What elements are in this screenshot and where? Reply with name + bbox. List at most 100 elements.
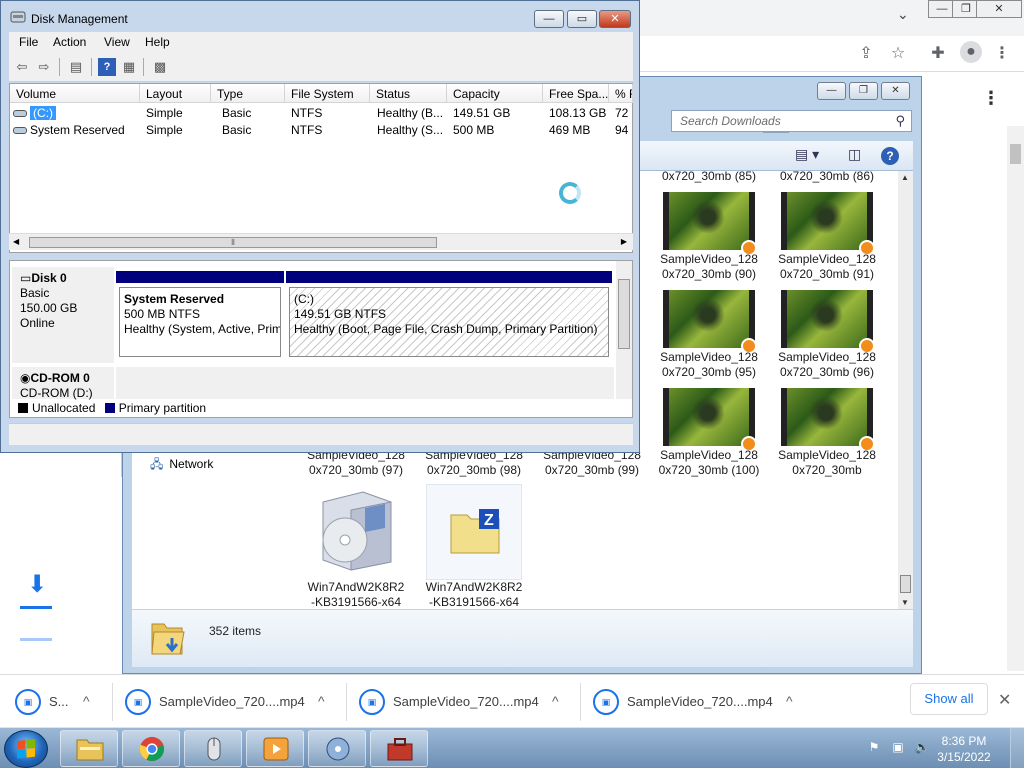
close-icon[interactable]: ✕ — [998, 690, 1011, 710]
views-icon[interactable]: ▤ ▾ — [795, 146, 819, 163]
file-item-label[interactable]: SampleVideo_128 0x720_30mb (91) — [768, 252, 886, 282]
column-type[interactable]: Type — [211, 84, 285, 103]
close-button[interactable]: ✕ — [599, 10, 631, 28]
scroll-right-icon[interactable]: ▶ — [621, 237, 627, 246]
search-icon[interactable]: ⚲ — [895, 113, 905, 129]
file-item-label[interactable]: 0x720_30mb (85) — [650, 169, 768, 184]
chrome-close-button[interactable]: ✕ — [976, 0, 1022, 18]
file-item-label[interactable]: SampleVideo_128 0x720_30mb (90) — [650, 252, 768, 282]
partition-system-reserved[interactable]: System Reserved 500 MB NTFS Healthy (Sys… — [119, 287, 281, 357]
column-layout[interactable]: Layout — [140, 84, 211, 103]
scroll-down-icon[interactable]: ▼ — [901, 598, 909, 607]
explorer-close-button[interactable]: ✕ — [881, 82, 910, 100]
graphical-view-scrollbar[interactable] — [616, 261, 632, 399]
chevron-up-icon[interactable]: ^ — [318, 693, 325, 709]
taskbar-mouse-app[interactable] — [184, 730, 242, 767]
installer-package-icon[interactable] — [313, 488, 399, 572]
column-file-system[interactable]: File System — [285, 84, 370, 103]
help-icon[interactable]: ? — [881, 147, 899, 165]
help-icon[interactable]: ? — [98, 58, 116, 76]
chevron-up-icon[interactable]: ^ — [83, 693, 90, 709]
file-list-scrollbar[interactable]: ▲ ▼ — [898, 171, 913, 609]
kebab-menu-icon[interactable]: ⋮ — [992, 43, 1012, 63]
scroll-left-icon[interactable]: ◀ — [13, 237, 19, 246]
network-tray-icon[interactable]: ▣ — [890, 740, 906, 754]
disk-settings-icon[interactable]: ▩ — [151, 58, 169, 76]
properties-icon[interactable]: ▦ — [120, 58, 138, 76]
explorer-minimize-button[interactable]: — — [817, 82, 846, 100]
menu-help[interactable]: Help — [145, 35, 170, 49]
profile-icon[interactable]: ● — [960, 41, 982, 63]
cell-capacity: 500 MB — [453, 123, 495, 137]
download-item[interactable]: ▣ S... ^ — [15, 687, 105, 717]
download-item[interactable]: ▣ SampleVideo_720....mp4 ^ — [593, 687, 803, 717]
video-thumbnail[interactable] — [781, 192, 875, 256]
taskbar-chrome[interactable] — [122, 730, 180, 767]
chevron-up-icon[interactable]: ^ — [786, 693, 793, 709]
chevron-up-icon[interactable]: ^ — [552, 693, 559, 709]
download-item[interactable]: ▣ SampleVideo_720....mp4 ^ — [359, 687, 569, 717]
volume-list-hscrollbar[interactable]: ◀ ⦀ ▶ — [9, 233, 633, 250]
file-item-label[interactable]: SampleVideo_128 0x720_30mb — [768, 448, 886, 478]
search-input[interactable]: Search Downloads ⚲ — [671, 110, 912, 132]
column-volume[interactable]: Volume — [10, 84, 140, 103]
download-item[interactable]: ▣ SampleVideo_720....mp4 ^ — [125, 687, 335, 717]
star-icon[interactable]: ☆ — [888, 43, 908, 63]
video-thumbnail[interactable] — [663, 192, 757, 256]
file-item-label[interactable]: SampleVideo_128 0x720_30mb (95) — [650, 350, 768, 380]
start-button[interactable] — [4, 730, 48, 768]
hscroll-thumb[interactable]: ⦀ — [29, 237, 437, 248]
maximize-button[interactable]: ▭ — [567, 10, 597, 28]
file-item-label[interactable]: Win7AndW2K8R2 -KB3191566-x64 — [415, 580, 533, 610]
search-placeholder: Search Downloads — [680, 114, 781, 128]
tab-search-chevron-icon[interactable]: ⌄ — [897, 6, 909, 23]
preview-pane-icon[interactable]: ◫ — [848, 146, 861, 163]
taskbar-disk-management[interactable] — [308, 730, 366, 767]
page-menu-icon[interactable]: ⋮ — [982, 88, 1000, 109]
partition-header-c — [286, 271, 612, 283]
file-item-label[interactable]: SampleVideo_128 0x720_30mb (100) — [650, 448, 768, 478]
show-all-button[interactable]: Show all — [910, 683, 988, 715]
volume-row-system-reserved[interactable]: System Reserved — [13, 123, 125, 137]
file-item-label[interactable]: SampleVideo_128 0x720_30mb (96) — [768, 350, 886, 380]
volume-row-c[interactable]: (C:) — [13, 106, 56, 120]
console-tree-icon[interactable]: ▤ — [67, 58, 85, 76]
file-item-label[interactable]: Win7AndW2K8R2 -KB3191566-x64 — [297, 580, 415, 610]
cdrom0-label[interactable]: ◉CD-ROM 0 CD-ROM (D:) — [12, 367, 114, 400]
nav-network[interactable]: 🖧 Network — [150, 455, 213, 476]
volume-icon[interactable]: 🔈 — [914, 740, 930, 754]
back-arrow-icon[interactable]: ⇦ — [13, 58, 31, 76]
video-thumbnail[interactable] — [663, 290, 757, 354]
zip-file-tile[interactable]: Z — [426, 484, 522, 580]
taskbar-toolbox[interactable] — [370, 730, 428, 767]
video-thumbnail[interactable] — [663, 388, 757, 452]
column-percent-free[interactable]: % F — [609, 84, 633, 103]
column-status[interactable]: Status — [370, 84, 447, 103]
show-desktop-button[interactable] — [1010, 728, 1024, 768]
disk0-label[interactable]: ▭Disk 0 Basic 150.00 GB Online — [12, 267, 114, 363]
menu-file[interactable]: File — [19, 35, 38, 49]
explorer-maximize-button[interactable]: ❐ — [849, 82, 878, 100]
minimize-button[interactable]: — — [534, 10, 564, 28]
forward-arrow-icon[interactable]: ⇨ — [35, 58, 53, 76]
partition-c[interactable]: (C:) 149.51 GB NTFS Healthy (Boot, Page … — [289, 287, 609, 357]
page-scrollbar[interactable] — [1007, 126, 1024, 671]
video-thumbnail[interactable] — [781, 388, 875, 452]
column-capacity[interactable]: Capacity — [447, 84, 543, 103]
taskbar-clock[interactable]: 8:36 PM 3/15/2022 — [932, 733, 996, 765]
action-center-icon[interactable]: ⚑ — [866, 740, 882, 754]
file-item-label[interactable]: 0x720_30mb (86) — [768, 169, 886, 184]
menu-view[interactable]: View — [104, 35, 130, 49]
puzzle-icon[interactable]: ✚ — [928, 43, 948, 63]
video-thumbnail[interactable] — [781, 290, 875, 354]
share-icon[interactable]: ⇪ — [856, 43, 876, 63]
taskbar-explorer[interactable] — [60, 730, 118, 767]
file-list-scroll-thumb[interactable] — [900, 575, 911, 593]
column-free-space[interactable]: Free Spa... — [543, 84, 609, 103]
scroll-up-icon[interactable]: ▲ — [901, 173, 909, 182]
graphical-scroll-thumb[interactable] — [618, 279, 630, 349]
taskbar-media-player[interactable] — [246, 730, 304, 767]
page-scrollbar-thumb[interactable] — [1010, 144, 1021, 164]
toolbox-icon — [387, 738, 413, 761]
menu-action[interactable]: Action — [53, 35, 86, 49]
